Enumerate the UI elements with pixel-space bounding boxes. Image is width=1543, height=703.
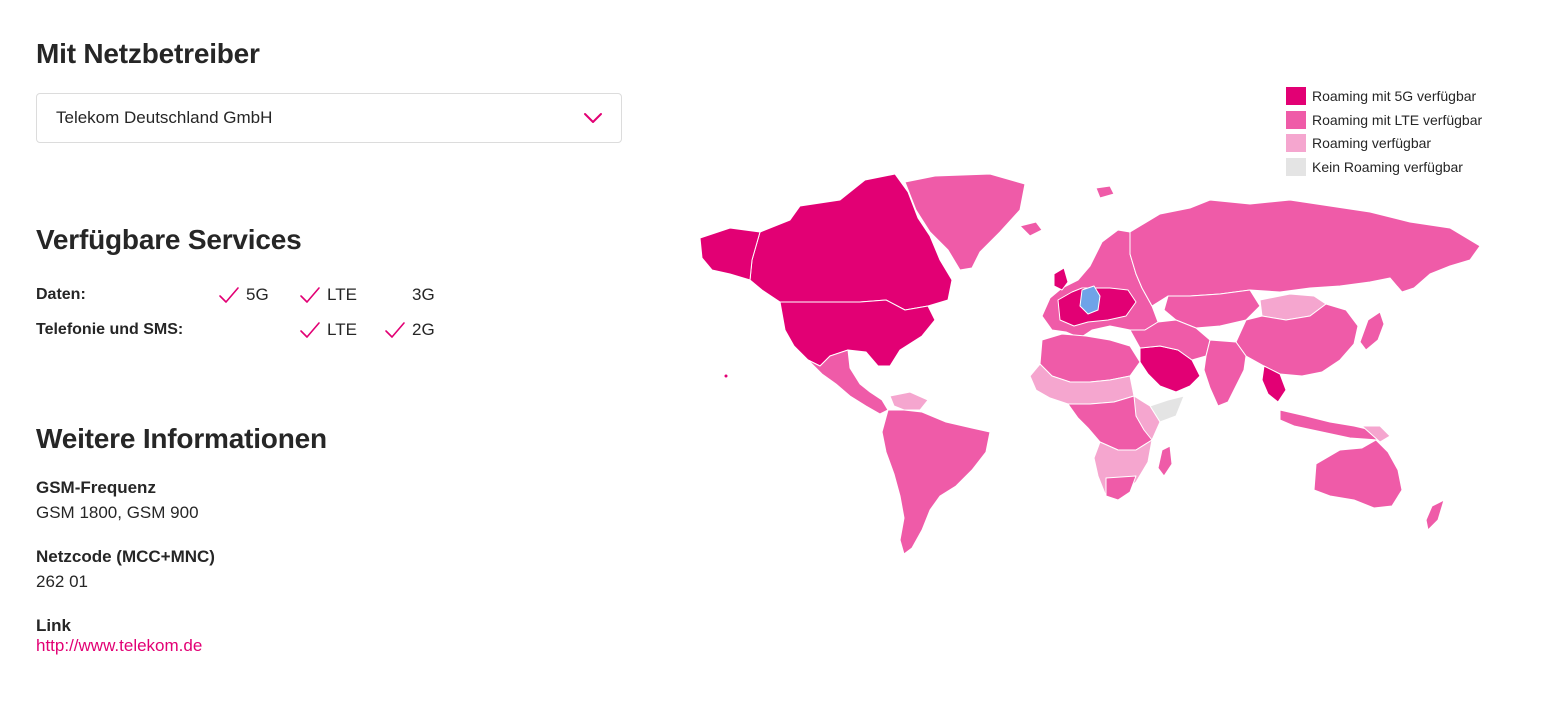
region-madagascar[interactable] xyxy=(1157,445,1173,477)
region-south-africa[interactable] xyxy=(1105,475,1137,501)
service-lte: LTE xyxy=(299,284,357,306)
link-label: Link xyxy=(36,616,71,635)
legend-label: Roaming mit LTE verfügbar xyxy=(1312,111,1483,128)
region-usa[interactable] xyxy=(779,299,936,367)
region-indonesia[interactable] xyxy=(1279,409,1381,441)
legend-swatch xyxy=(1286,134,1306,153)
chevron-down-icon xyxy=(584,113,602,123)
legend-item-lte: Roaming mit LTE verfügbar xyxy=(1286,110,1482,130)
map-legend: Roaming mit 5G verfügbar Roaming mit LTE… xyxy=(1286,86,1482,181)
operator-select-value: Telekom Deutschland GmbH xyxy=(56,108,273,127)
service-label: 5G xyxy=(246,285,269,304)
region-iceland[interactable] xyxy=(1019,221,1043,237)
service-label: LTE xyxy=(327,320,357,339)
service-label: 2G xyxy=(412,320,435,339)
check-icon xyxy=(300,287,320,303)
region-svalbard[interactable] xyxy=(1095,185,1115,199)
operator-select[interactable]: Telekom Deutschland GmbH xyxy=(36,93,622,143)
service-3g: 3G xyxy=(412,284,435,306)
netcode-label: Netzcode (MCC+MNC) xyxy=(36,547,215,566)
legend-item-5g: Roaming mit 5G verfügbar xyxy=(1286,86,1482,106)
legend-label: Roaming verfügbar xyxy=(1312,135,1432,152)
service-lte: LTE xyxy=(299,319,357,341)
operator-link[interactable]: http://www.telekom.de xyxy=(36,636,202,656)
region-new-zealand[interactable] xyxy=(1425,499,1445,531)
service-row-label: Daten: xyxy=(36,286,86,303)
region-south-america[interactable] xyxy=(881,409,991,555)
legend-item-roaming: Roaming verfügbar xyxy=(1286,133,1482,153)
services-heading: Verfügbare Services xyxy=(36,224,302,255)
check-icon xyxy=(385,322,405,338)
region-japan[interactable] xyxy=(1359,311,1385,351)
world-roaming-map xyxy=(699,173,1481,555)
region-caribbean[interactable] xyxy=(889,391,929,411)
operator-heading: Mit Netzbetreiber xyxy=(36,38,260,69)
check-icon xyxy=(300,322,320,338)
region-australia[interactable] xyxy=(1313,439,1403,509)
region-russia[interactable] xyxy=(1129,199,1481,307)
service-row-telephony: Telefonie und SMS: LTE 2G xyxy=(36,319,456,341)
info-heading: Weitere Informationen xyxy=(36,423,327,454)
legend-swatch xyxy=(1286,87,1306,105)
service-row-label: Telefonie und SMS: xyxy=(36,321,184,338)
service-label: 3G xyxy=(412,285,435,304)
check-icon xyxy=(219,287,239,303)
gsm-frequency-value: GSM 1800, GSM 900 xyxy=(36,503,199,522)
legend-swatch xyxy=(1286,110,1306,129)
service-5g: 5G xyxy=(218,284,269,306)
region-north-africa[interactable] xyxy=(1039,333,1141,383)
region-india[interactable] xyxy=(1203,339,1247,407)
region-alaska[interactable] xyxy=(699,227,761,281)
service-row-data: Daten: 5G LTE 3G xyxy=(36,284,456,306)
netcode-value: 262 01 xyxy=(36,572,88,591)
service-2g: 2G xyxy=(384,319,435,341)
gsm-frequency-label: GSM-Frequenz xyxy=(36,478,156,497)
service-label: LTE xyxy=(327,285,357,304)
legend-label: Roaming mit 5G verfügbar xyxy=(1312,88,1477,104)
region-hawaii[interactable] xyxy=(724,374,728,378)
